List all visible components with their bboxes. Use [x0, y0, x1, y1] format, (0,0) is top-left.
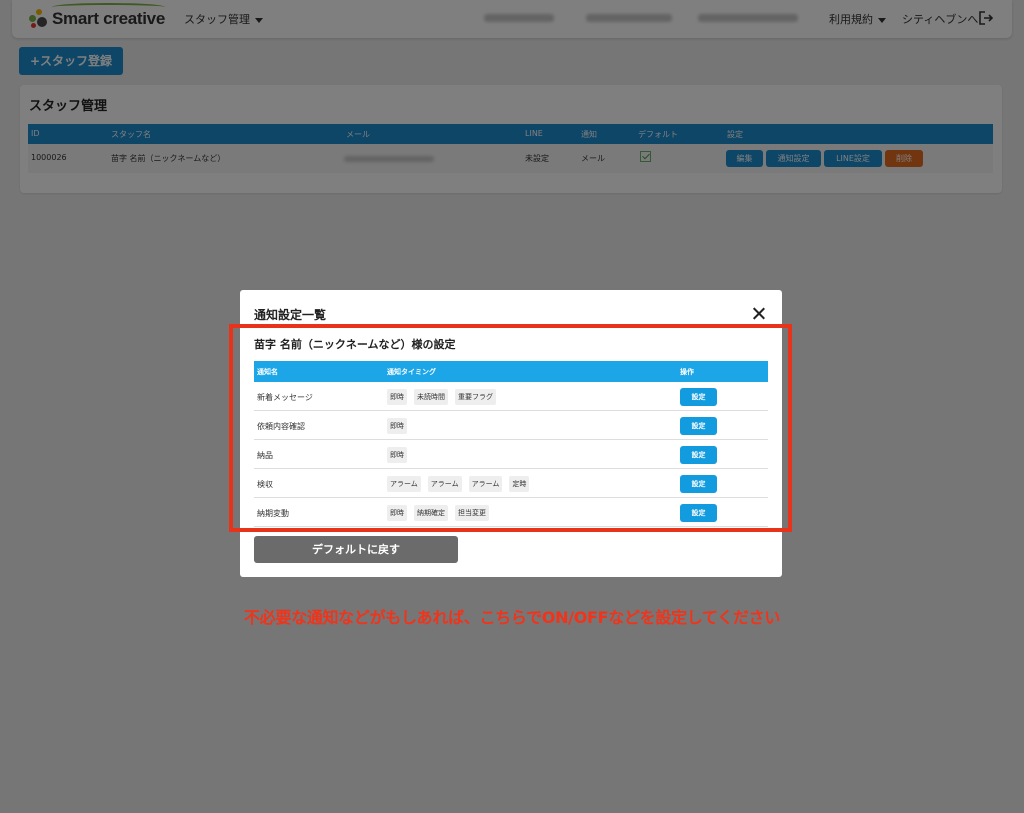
modal-title: 通知設定一覧 — [254, 308, 327, 322]
reset-default-button[interactable]: デフォルトに戻す — [254, 536, 458, 563]
close-icon[interactable] — [752, 307, 765, 320]
annotation-text: 不必要な通知などがもしあれば、こちらでON/OFFなどを設定してください — [243, 608, 781, 627]
highlight-frame — [229, 324, 792, 532]
